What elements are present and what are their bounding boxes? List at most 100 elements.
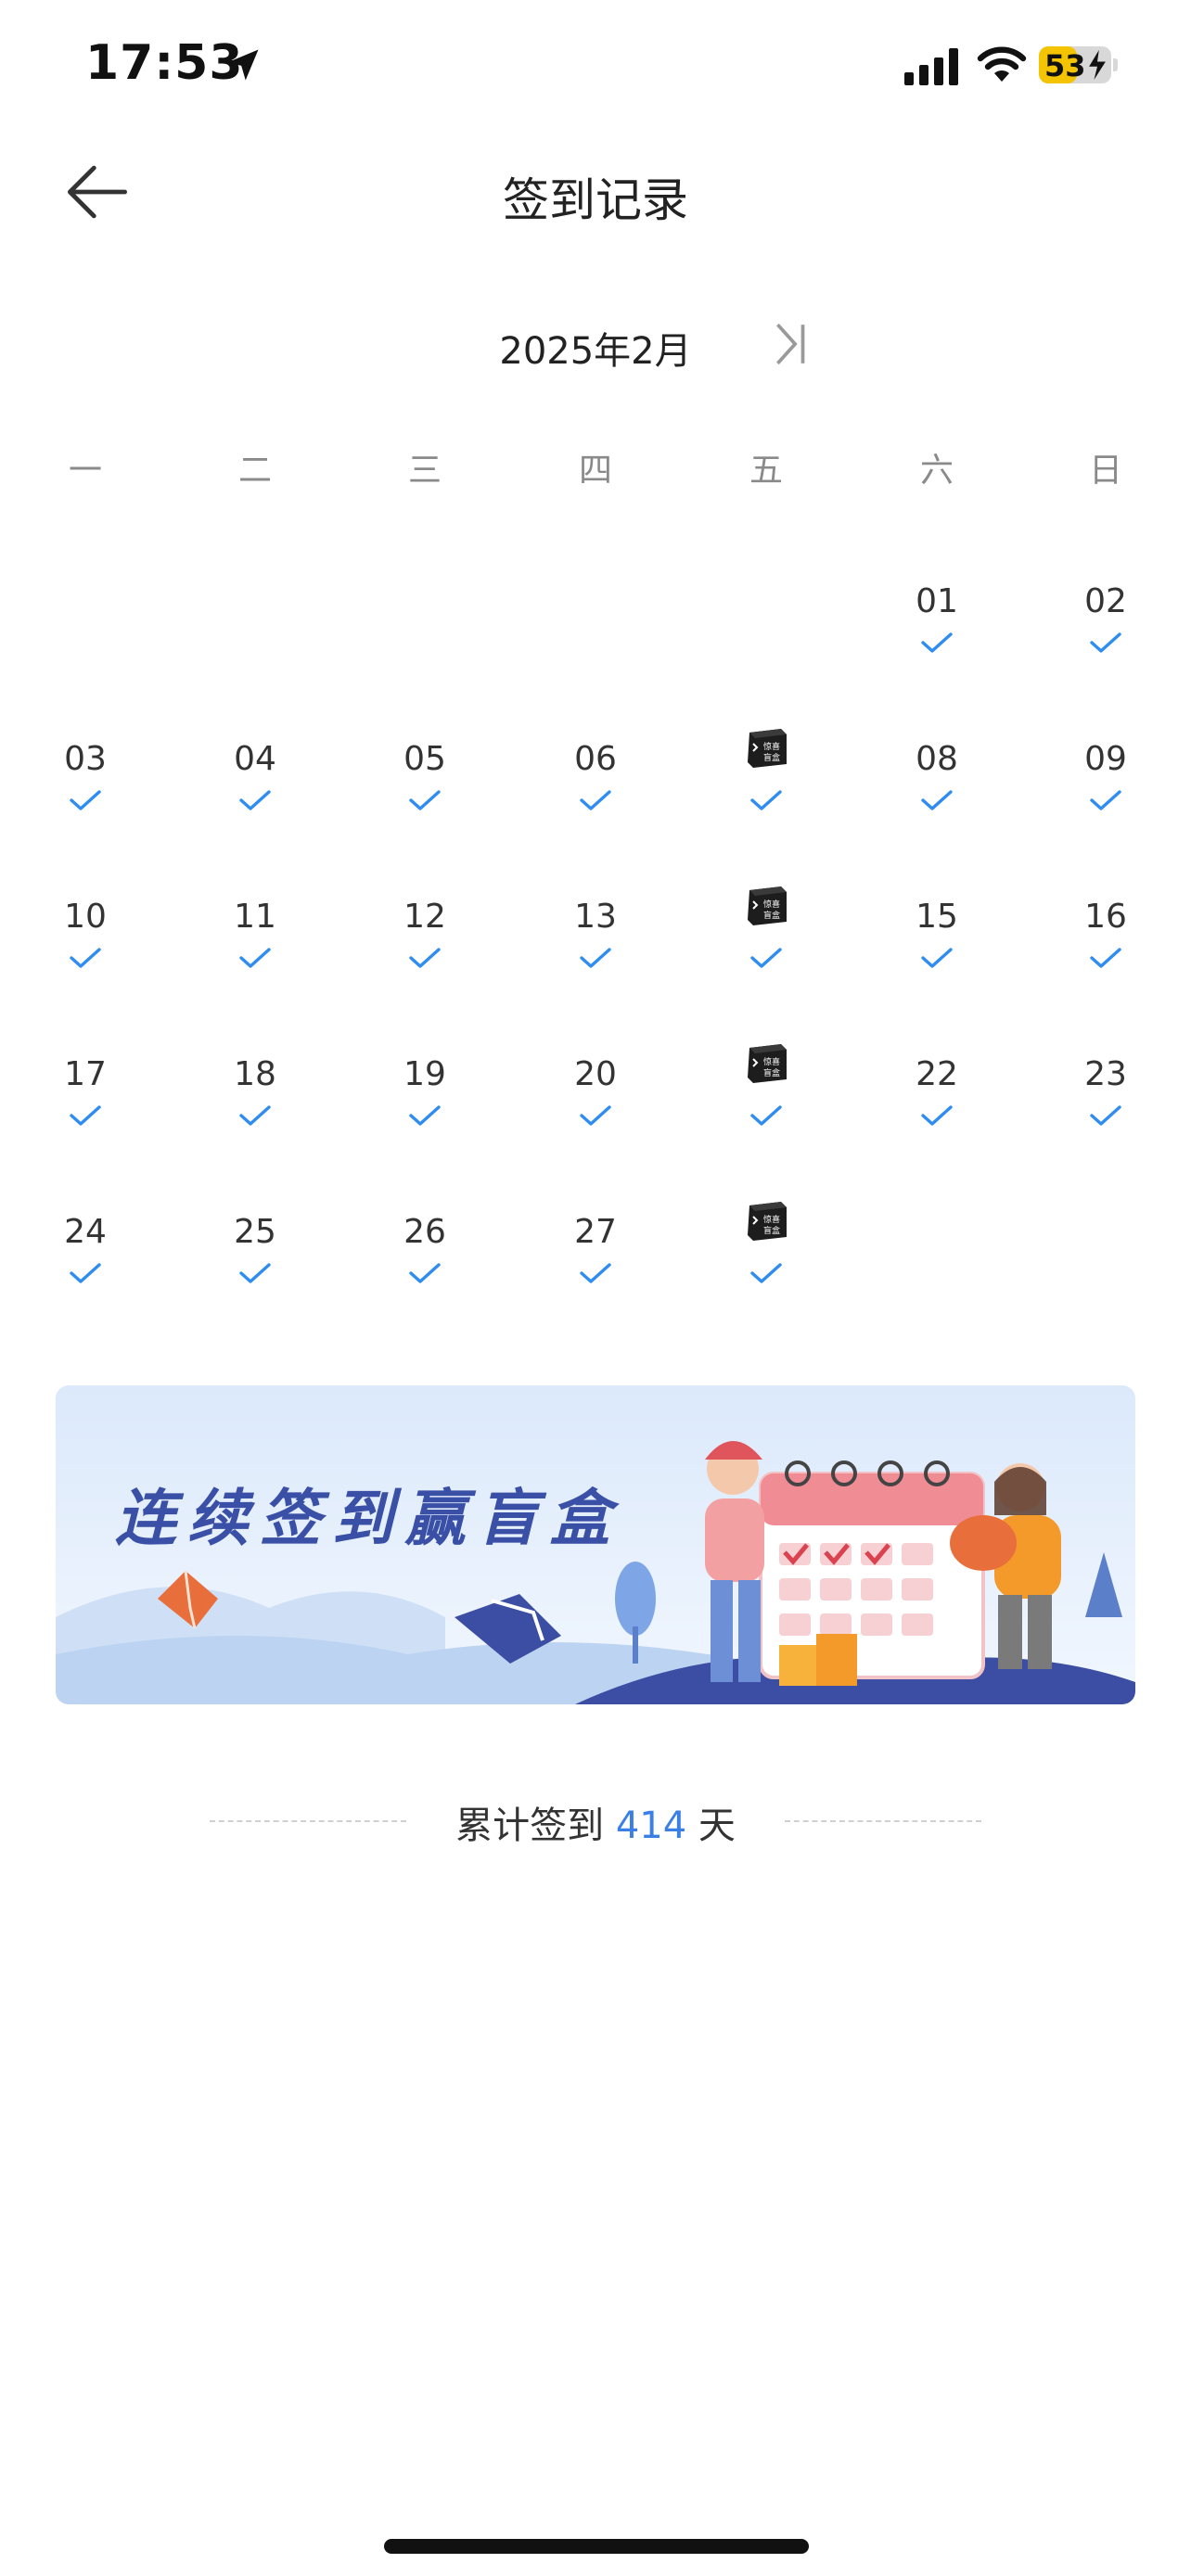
- weekday-label: 四: [578, 452, 612, 490]
- status-bar: 17:53 53: [0, 0, 1191, 130]
- charging-bolt-icon: [1089, 50, 1106, 80]
- promo-banner[interactable]: 连续签到赢盲盒: [56, 1385, 1135, 1704]
- checkmark-icon: [1090, 790, 1121, 810]
- calendar-day[interactable]: 02: [1020, 582, 1191, 694]
- checkmark-icon: [921, 948, 953, 968]
- weekday-label: 六: [919, 452, 954, 490]
- checkmark-icon: [921, 790, 953, 810]
- checkmark-icon: [750, 1105, 782, 1126]
- calendar-day[interactable]: 16: [1020, 898, 1191, 1009]
- day-number: 02: [1084, 582, 1127, 620]
- checkmark-icon: [580, 1263, 611, 1283]
- svg-text:盲盒: 盲盒: [763, 1067, 780, 1078]
- calendar-day[interactable]: 06: [510, 740, 681, 851]
- calendar-day[interactable]: 18: [170, 1055, 340, 1167]
- calendar-day[interactable]: 22: [852, 1055, 1022, 1167]
- day-number: 24: [64, 1213, 107, 1251]
- checkmark-icon: [1090, 632, 1121, 653]
- day-number: 25: [234, 1213, 276, 1251]
- day-number: 22: [916, 1055, 958, 1093]
- day-number: 16: [1084, 898, 1127, 936]
- day-number: 18: [234, 1055, 276, 1093]
- svg-text:盲盒: 盲盒: [763, 1225, 780, 1236]
- calendar-day[interactable]: 03: [0, 740, 171, 851]
- day-number: 08: [916, 740, 958, 778]
- battery-icon: 53: [1039, 46, 1118, 83]
- status-time: 17:53: [85, 35, 244, 91]
- day-number: 26: [403, 1213, 446, 1251]
- checkmark-icon: [1090, 1105, 1121, 1126]
- calendar-day[interactable]: 05: [339, 740, 510, 851]
- day-number: 17: [64, 1055, 107, 1093]
- weekday-label: 二: [237, 452, 272, 490]
- mystery-box-icon: 惊喜盲盒: [748, 886, 787, 925]
- calendar-day[interactable]: 11: [170, 898, 340, 1009]
- calendar-day[interactable]: 09: [1020, 740, 1191, 851]
- day-number: 11: [234, 898, 276, 936]
- day-number: 13: [574, 898, 617, 936]
- svg-text:惊喜: 惊喜: [763, 1056, 780, 1067]
- calendar-day[interactable]: 19: [339, 1055, 510, 1167]
- day-number: 01: [916, 582, 958, 620]
- total-suffix: 天: [698, 1804, 736, 1847]
- calendar-day[interactable]: 惊喜 盲盒: [681, 1044, 852, 1167]
- mystery-box-icon: 惊喜盲盒: [748, 1202, 787, 1241]
- page-title: 签到记录: [503, 173, 688, 227]
- checkmark-icon: [580, 1105, 611, 1126]
- checkmark-icon: [580, 790, 611, 810]
- checkmark-icon: [409, 1263, 441, 1283]
- day-number: 12: [403, 898, 446, 936]
- day-number: 23: [1084, 1055, 1127, 1093]
- battery-percent: 53: [1044, 48, 1086, 83]
- calendar-day[interactable]: 惊喜 盲盒: [681, 886, 852, 1009]
- weekday-label: 三: [407, 452, 442, 490]
- calendar-day[interactable]: 10: [0, 898, 171, 1009]
- calendar-day[interactable]: 24: [0, 1213, 171, 1324]
- svg-text:惊喜: 惊喜: [763, 899, 780, 910]
- mystery-box-icon: 惊喜盲盒: [748, 1044, 787, 1083]
- weekday-label: 一: [68, 452, 102, 490]
- checkmark-icon: [580, 948, 611, 968]
- next-month-icon[interactable]: [772, 321, 811, 367]
- checkmark-icon: [409, 1105, 441, 1126]
- wifi-icon: [977, 46, 1027, 82]
- month-label: 2025年2月: [499, 330, 692, 373]
- checkmark-icon: [239, 948, 271, 968]
- svg-text:惊喜: 惊喜: [763, 741, 780, 752]
- calendar-day[interactable]: 01: [852, 582, 1022, 694]
- weekday-label: 五: [749, 452, 783, 490]
- calendar-day[interactable]: 惊喜 盲盒: [681, 729, 852, 851]
- day-number: 06: [574, 740, 617, 778]
- calendar-day[interactable]: 15: [852, 898, 1022, 1009]
- svg-text:盲盒: 盲盒: [763, 910, 780, 921]
- calendar-day[interactable]: 17: [0, 1055, 171, 1167]
- checkmark-icon: [750, 790, 782, 810]
- banner-title: 连续签到赢盲盒: [115, 1483, 621, 1554]
- home-indicator: [384, 2539, 809, 2554]
- checkmark-icon: [70, 1263, 101, 1283]
- day-number: 04: [234, 740, 276, 778]
- day-number: 15: [916, 898, 958, 936]
- calendar-day[interactable]: 13: [510, 898, 681, 1009]
- checkmark-icon: [409, 948, 441, 968]
- location-arrow-icon: [227, 49, 259, 81]
- calendar-day[interactable]: 25: [170, 1213, 340, 1324]
- calendar-day[interactable]: 27: [510, 1213, 681, 1324]
- day-number: 19: [403, 1055, 446, 1093]
- calendar-day[interactable]: 26: [339, 1213, 510, 1324]
- day-number: 20: [574, 1055, 617, 1093]
- day-number: 09: [1084, 740, 1127, 778]
- calendar-day[interactable]: 23: [1020, 1055, 1191, 1167]
- checkmark-icon: [239, 790, 271, 810]
- calendar-day[interactable]: 08: [852, 740, 1022, 851]
- calendar-day[interactable]: 12: [339, 898, 510, 1009]
- checkmark-icon: [70, 790, 101, 810]
- checkmark-icon: [921, 1105, 953, 1126]
- calendar-day[interactable]: 04: [170, 740, 340, 851]
- checkmark-icon: [70, 948, 101, 968]
- calendar-day[interactable]: 20: [510, 1055, 681, 1167]
- calendar-day[interactable]: 惊喜 盲盒: [681, 1202, 852, 1324]
- checkmark-icon: [921, 632, 953, 653]
- total-count: 414: [615, 1804, 687, 1847]
- svg-text:盲盒: 盲盒: [763, 752, 780, 763]
